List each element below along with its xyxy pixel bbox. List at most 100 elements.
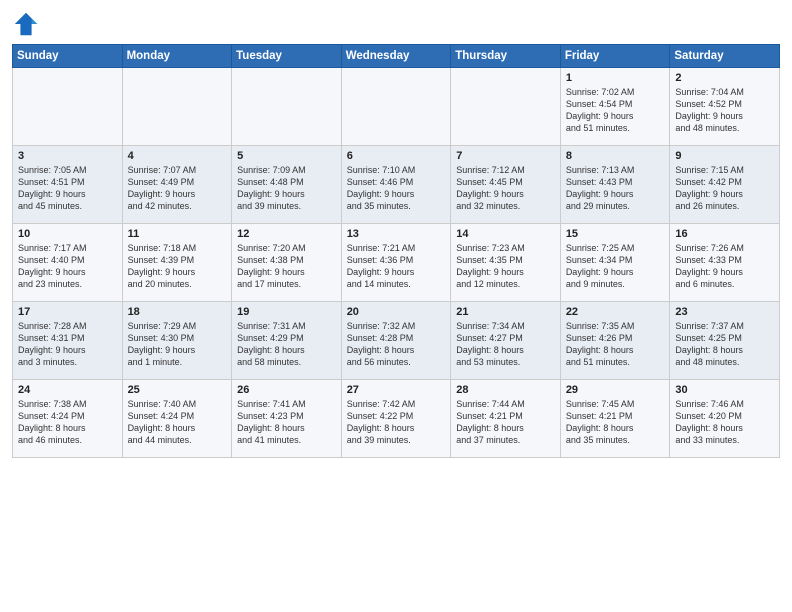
day-info: Sunrise: 7:12 AM Sunset: 4:45 PM Dayligh… (456, 164, 555, 213)
day-number: 17 (18, 306, 117, 318)
calendar-week-row: 10 Sunrise: 7:17 AM Sunset: 4:40 PM Dayli… (13, 224, 780, 302)
day-number: 9 (675, 150, 774, 162)
calendar-cell: 11Sunrise: 7:18 AM Sunset: 4:39 PM Dayli… (122, 224, 232, 302)
day-info: Sunrise: 7:21 AM Sunset: 4:36 PM Dayligh… (347, 242, 446, 291)
day-info: Sunrise: 7:02 AM Sunset: 4:54 PM Dayligh… (566, 86, 665, 135)
day-number: 12 (237, 228, 336, 240)
day-number: 23 (675, 306, 774, 318)
day-info: Sunrise: 7:46 AM Sunset: 4:20 PM Dayligh… (675, 398, 774, 447)
weekday-header-row: SundayMondayTuesdayWednesdayThursdayFrid… (13, 45, 780, 68)
calendar-cell: 8Sunrise: 7:13 AM Sunset: 4:43 PM Daylig… (560, 146, 670, 224)
calendar-cell: 26 Sunrise: 7:41 AM Sunset: 4:23 PM Dayli… (232, 380, 342, 458)
day-number: 11 (128, 228, 227, 240)
day-number: 1 (566, 72, 665, 84)
calendar-cell: 21Sunrise: 7:34 AM Sunset: 4:27 PM Dayli… (451, 302, 561, 380)
day-info: Sunrise: 7:04 AM Sunset: 4:52 PM Dayligh… (675, 86, 774, 135)
calendar-cell: 22 Sunrise: 7:35 AM Sunset: 4:26 PM Dayli… (560, 302, 670, 380)
calendar-cell: 23 Sunrise: 7:37 AM Sunset: 4:25 PM Dayli… (670, 302, 780, 380)
calendar-cell: 25 Sunrise: 7:40 AM Sunset: 4:24 PM Dayli… (122, 380, 232, 458)
calendar-cell (13, 68, 123, 146)
weekday-header-thursday: Thursday (451, 45, 561, 68)
day-number: 25 (128, 384, 227, 396)
weekday-header-tuesday: Tuesday (232, 45, 342, 68)
day-info: Sunrise: 7:37 AM Sunset: 4:25 PM Dayligh… (675, 320, 774, 369)
day-number: 2 (675, 72, 774, 84)
day-info: Sunrise: 7:42 AM Sunset: 4:22 PM Dayligh… (347, 398, 446, 447)
calendar-cell: 1 Sunrise: 7:02 AM Sunset: 4:54 PM Daylig… (560, 68, 670, 146)
calendar-cell: 7 Sunrise: 7:12 AM Sunset: 4:45 PM Daylig… (451, 146, 561, 224)
day-number: 10 (18, 228, 117, 240)
calendar-cell: 3 Sunrise: 7:05 AM Sunset: 4:51 PM Daylig… (13, 146, 123, 224)
day-number: 5 (237, 150, 336, 162)
day-info: Sunrise: 7:05 AM Sunset: 4:51 PM Dayligh… (18, 164, 117, 213)
day-number: 24 (18, 384, 117, 396)
day-info: Sunrise: 7:28 AM Sunset: 4:31 PM Dayligh… (18, 320, 117, 369)
day-number: 6 (347, 150, 446, 162)
logo (12, 10, 44, 38)
day-info: Sunrise: 7:13 AM Sunset: 4:43 PM Dayligh… (566, 164, 665, 213)
calendar-week-row: 17 Sunrise: 7:28 AM Sunset: 4:31 PM Dayli… (13, 302, 780, 380)
calendar-cell (122, 68, 232, 146)
day-number: 18 (128, 306, 227, 318)
calendar-week-row: 24Sunrise: 7:38 AM Sunset: 4:24 PM Dayli… (13, 380, 780, 458)
calendar-cell (451, 68, 561, 146)
calendar-cell (232, 68, 342, 146)
day-info: Sunrise: 7:07 AM Sunset: 4:49 PM Dayligh… (128, 164, 227, 213)
calendar-cell: 17 Sunrise: 7:28 AM Sunset: 4:31 PM Dayli… (13, 302, 123, 380)
calendar-cell: 15 Sunrise: 7:25 AM Sunset: 4:34 PM Dayli… (560, 224, 670, 302)
day-info: Sunrise: 7:29 AM Sunset: 4:30 PM Dayligh… (128, 320, 227, 369)
calendar-cell: 30 Sunrise: 7:46 AM Sunset: 4:20 PM Dayli… (670, 380, 780, 458)
main-container: SundayMondayTuesdayWednesdayThursdayFrid… (0, 0, 792, 464)
day-info: Sunrise: 7:31 AM Sunset: 4:29 PM Dayligh… (237, 320, 336, 369)
day-number: 14 (456, 228, 555, 240)
day-info: Sunrise: 7:44 AM Sunset: 4:21 PM Dayligh… (456, 398, 555, 447)
day-number: 26 (237, 384, 336, 396)
day-info: Sunrise: 7:40 AM Sunset: 4:24 PM Dayligh… (128, 398, 227, 447)
calendar-cell: 4Sunrise: 7:07 AM Sunset: 4:49 PM Daylig… (122, 146, 232, 224)
day-info: Sunrise: 7:15 AM Sunset: 4:42 PM Dayligh… (675, 164, 774, 213)
calendar-cell: 14 Sunrise: 7:23 AM Sunset: 4:35 PM Dayli… (451, 224, 561, 302)
header (12, 10, 780, 38)
day-number: 29 (566, 384, 665, 396)
day-info: Sunrise: 7:34 AM Sunset: 4:27 PM Dayligh… (456, 320, 555, 369)
day-info: Sunrise: 7:23 AM Sunset: 4:35 PM Dayligh… (456, 242, 555, 291)
calendar-cell: 2 Sunrise: 7:04 AM Sunset: 4:52 PM Daylig… (670, 68, 780, 146)
day-info: Sunrise: 7:41 AM Sunset: 4:23 PM Dayligh… (237, 398, 336, 447)
calendar-cell: 12 Sunrise: 7:20 AM Sunset: 4:38 PM Dayli… (232, 224, 342, 302)
calendar-week-row: 3 Sunrise: 7:05 AM Sunset: 4:51 PM Daylig… (13, 146, 780, 224)
day-info: Sunrise: 7:09 AM Sunset: 4:48 PM Dayligh… (237, 164, 336, 213)
day-info: Sunrise: 7:17 AM Sunset: 4:40 PM Dayligh… (18, 242, 117, 291)
day-number: 30 (675, 384, 774, 396)
day-info: Sunrise: 7:45 AM Sunset: 4:21 PM Dayligh… (566, 398, 665, 447)
weekday-header-monday: Monday (122, 45, 232, 68)
calendar-cell: 16Sunrise: 7:26 AM Sunset: 4:33 PM Dayli… (670, 224, 780, 302)
day-number: 22 (566, 306, 665, 318)
weekday-header-sunday: Sunday (13, 45, 123, 68)
calendar-cell: 29 Sunrise: 7:45 AM Sunset: 4:21 PM Dayli… (560, 380, 670, 458)
day-number: 13 (347, 228, 446, 240)
day-number: 7 (456, 150, 555, 162)
calendar-cell: 28 Sunrise: 7:44 AM Sunset: 4:21 PM Dayli… (451, 380, 561, 458)
calendar-week-row: 1 Sunrise: 7:02 AM Sunset: 4:54 PM Daylig… (13, 68, 780, 146)
calendar-cell: 13 Sunrise: 7:21 AM Sunset: 4:36 PM Dayli… (341, 224, 451, 302)
calendar-cell: 27 Sunrise: 7:42 AM Sunset: 4:22 PM Dayli… (341, 380, 451, 458)
calendar-table: SundayMondayTuesdayWednesdayThursdayFrid… (12, 44, 780, 458)
day-info: Sunrise: 7:32 AM Sunset: 4:28 PM Dayligh… (347, 320, 446, 369)
day-info: Sunrise: 7:10 AM Sunset: 4:46 PM Dayligh… (347, 164, 446, 213)
day-number: 28 (456, 384, 555, 396)
calendar-cell: 18 Sunrise: 7:29 AM Sunset: 4:30 PM Dayli… (122, 302, 232, 380)
day-number: 20 (347, 306, 446, 318)
calendar-cell: 9 Sunrise: 7:15 AM Sunset: 4:42 PM Daylig… (670, 146, 780, 224)
calendar-cell: 19Sunrise: 7:31 AM Sunset: 4:29 PM Dayli… (232, 302, 342, 380)
calendar-cell: 20 Sunrise: 7:32 AM Sunset: 4:28 PM Dayli… (341, 302, 451, 380)
day-number: 3 (18, 150, 117, 162)
day-number: 16 (675, 228, 774, 240)
weekday-header-wednesday: Wednesday (341, 45, 451, 68)
calendar-cell (341, 68, 451, 146)
calendar-cell: 5 Sunrise: 7:09 AM Sunset: 4:48 PM Daylig… (232, 146, 342, 224)
day-info: Sunrise: 7:35 AM Sunset: 4:26 PM Dayligh… (566, 320, 665, 369)
day-info: Sunrise: 7:25 AM Sunset: 4:34 PM Dayligh… (566, 242, 665, 291)
day-info: Sunrise: 7:20 AM Sunset: 4:38 PM Dayligh… (237, 242, 336, 291)
day-number: 15 (566, 228, 665, 240)
day-number: 27 (347, 384, 446, 396)
